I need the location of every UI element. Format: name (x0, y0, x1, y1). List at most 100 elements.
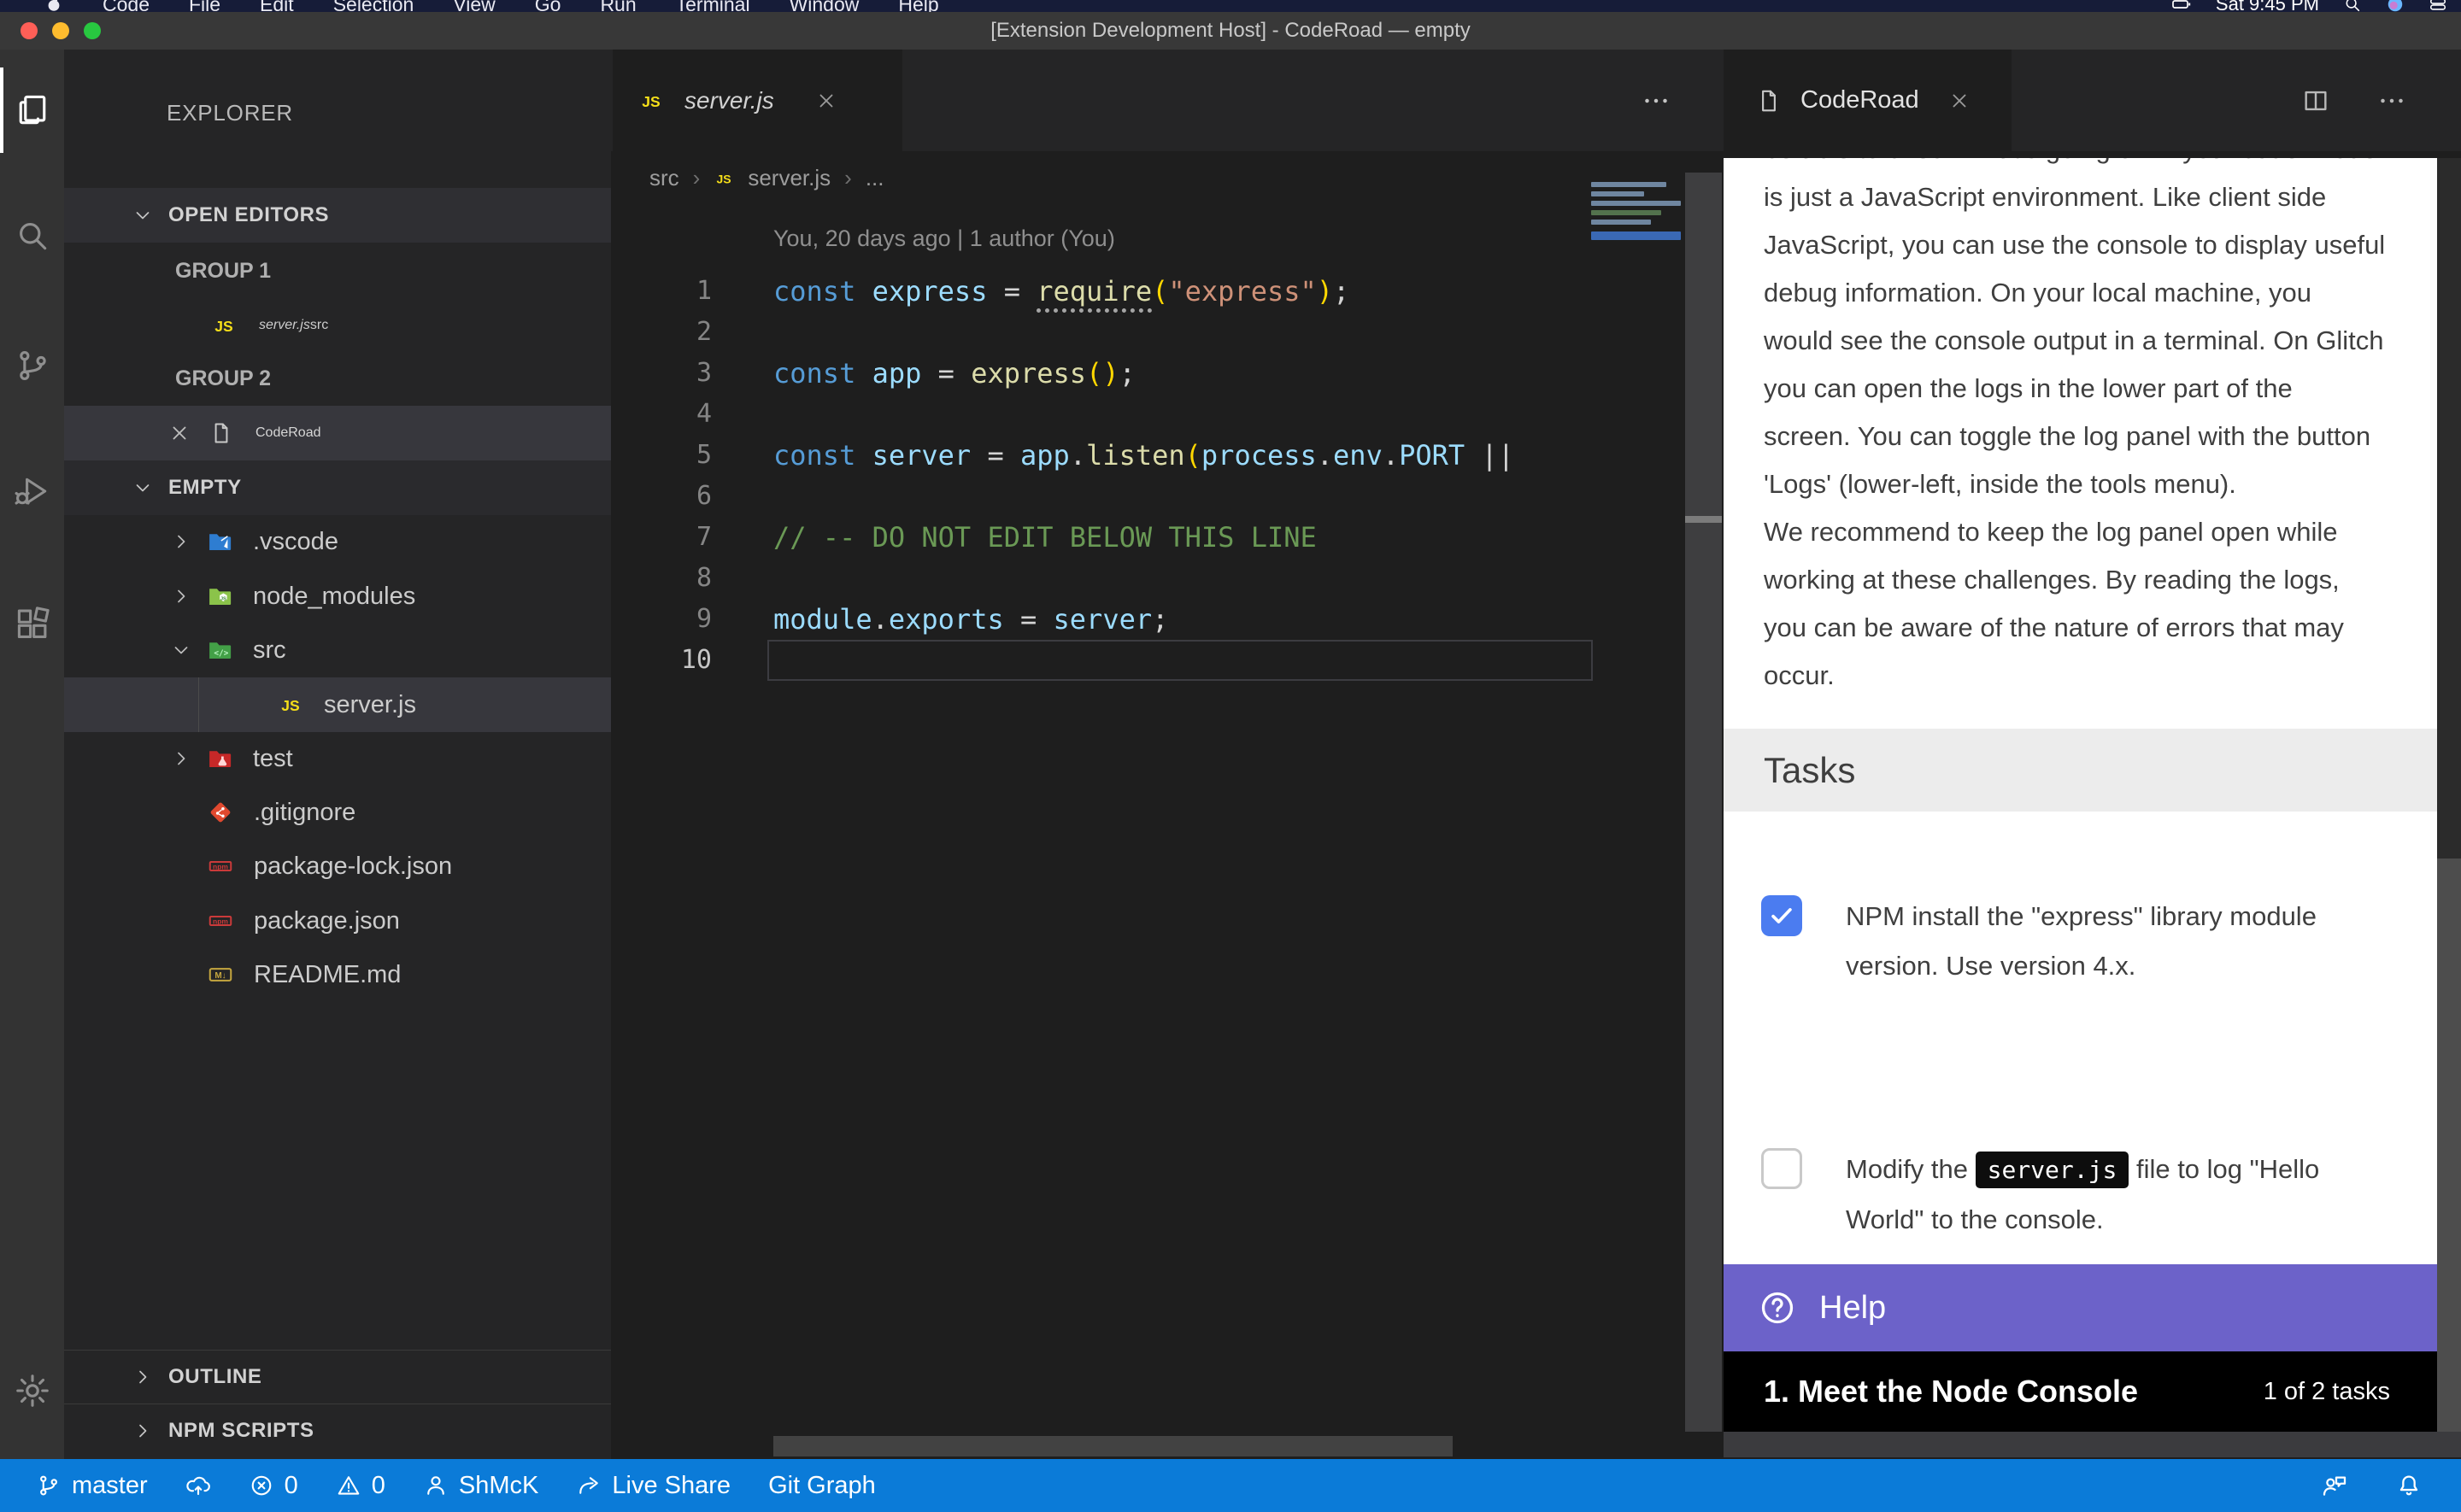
menu-item-selection[interactable]: Selection (333, 0, 414, 12)
menu-item-window[interactable]: Window (790, 0, 860, 12)
help-button[interactable]: Help (1724, 1264, 2437, 1351)
open-editor-item-coderoad[interactable]: CodeRoad (64, 406, 611, 460)
tree-item-test[interactable]: test (64, 731, 611, 786)
activity-bar-item-search[interactable] (0, 193, 64, 278)
macos-menu-bar: Code File Edit Selection View Go Run Terminal Wi… (0, 0, 2461, 12)
activity-bar-item-run-debug[interactable] (0, 448, 64, 534)
chevron-right-icon (171, 748, 191, 769)
more-actions-icon[interactable] (1641, 85, 1671, 116)
status-item-feedback[interactable] (2321, 1472, 2348, 1499)
section-header-outline[interactable]: OUTLINE (64, 1350, 611, 1404)
status-item-shmck[interactable]: ShMcK (423, 1472, 538, 1500)
sidebar-title: EXPLORER (167, 99, 293, 126)
activity-bar-item-extensions[interactable] (0, 582, 64, 667)
more-actions-icon[interactable] (2376, 85, 2407, 116)
open-editors-header-label: OPEN EDITORS (168, 203, 329, 227)
status-item-sync-icon[interactable] (185, 1473, 211, 1498)
tab-serverjs[interactable]: JSserver.js (613, 50, 902, 151)
activity-bar-item-source-control[interactable] (0, 323, 64, 408)
editor-group[interactable]: JSserver.js src›JSserver.js›... You, 20 … (611, 50, 1724, 1459)
svg-text:npm: npm (213, 863, 228, 871)
tree-item-vscode[interactable]: .vscode (64, 514, 611, 569)
menu-item-help[interactable]: Help (898, 0, 938, 12)
title-bar[interactable]: [Extension Development Host] - CodeRoad … (0, 12, 2461, 50)
menu-item-go[interactable]: Go (535, 0, 561, 12)
tree-item-packagejson[interactable]: npmpackage.json (64, 894, 611, 948)
error-icon (249, 1473, 274, 1498)
line-number: 2 (611, 312, 712, 353)
open-editor-label: server.js (259, 318, 310, 333)
tab-coderoad[interactable]: CodeRoad (1724, 50, 2012, 151)
menu-item-file[interactable]: File (189, 0, 220, 12)
tree-indent-guide (198, 677, 199, 732)
menu-item-view[interactable]: View (453, 0, 495, 12)
menu-item-run[interactable]: Run (600, 0, 636, 12)
tree-item-READMEmd[interactable]: M↓README.md (64, 947, 611, 1002)
task-label: Modify the server.js file to log "HelloW… (1846, 1145, 2410, 1245)
activity-bar-item-files[interactable] (0, 67, 64, 153)
section-header-open-editors[interactable]: OPEN EDITORS (64, 188, 611, 243)
webview-scrollbar-thumb[interactable] (2437, 859, 2461, 1432)
section-header-npm-scripts[interactable]: NPM SCRIPTS (64, 1404, 611, 1457)
close-editor-icon[interactable] (168, 422, 191, 444)
open-editors-group-label[interactable]: GROUP 2 (64, 352, 611, 406)
status-item-git-graph[interactable]: Git Graph (768, 1472, 876, 1500)
panel-tab-bar: CodeRoad (1724, 50, 2461, 151)
open-editor-detail: src (310, 318, 328, 333)
tab-label: CodeRoad (1800, 86, 1919, 114)
code-text: const server = app.listen(process.env.PO… (773, 435, 1514, 476)
code-line-3: 3const app = express(); (611, 353, 1688, 394)
status-item-bell[interactable] (2395, 1472, 2423, 1499)
tree-item-serverjs[interactable]: JSserver.js (64, 677, 611, 732)
tree-item-nodemodules[interactable]: JSnode_modules (64, 569, 611, 624)
tree-item-gitignore[interactable]: .gitignore (64, 785, 611, 840)
editor-vertical-scrollbar[interactable] (1685, 173, 1722, 1432)
task-checkbox[interactable] (1761, 895, 1802, 936)
task-checkbox[interactable] (1761, 1148, 1802, 1189)
code-text: // -- DO NOT EDIT BELOW THIS LINE (773, 517, 1317, 558)
sync-icon (185, 1473, 211, 1498)
tree-item-packagelockjson[interactable]: npmpackage-lock.json (64, 839, 611, 894)
minimap-current-line (1591, 231, 1681, 240)
apple-icon (44, 0, 63, 12)
group-label: GROUP 1 (175, 259, 271, 284)
webview-scrollbar-track[interactable] (2437, 158, 2461, 859)
close-tab-icon[interactable] (1948, 90, 1971, 112)
tree-item-label: package.json (254, 907, 400, 935)
tasks-section-header: Tasks (1724, 729, 2437, 812)
editor-horizontal-scrollbar[interactable] (773, 1436, 1453, 1456)
split-editor-icon[interactable] (2301, 86, 2330, 115)
code-line-7: 7// -- DO NOT EDIT BELOW THIS LINE (611, 517, 1688, 558)
status-item-master[interactable]: master (36, 1472, 148, 1500)
minimap[interactable] (1591, 182, 1688, 250)
code-line-2: 2 (611, 312, 1688, 353)
chevron-right-icon (171, 586, 191, 607)
activity-bar-item-settings[interactable] (0, 1348, 64, 1433)
tree-item-src[interactable]: </>src (64, 623, 611, 677)
current-line-highlight (767, 640, 1593, 681)
section-header-empty[interactable]: EMPTY (64, 460, 611, 515)
status-item-live-share[interactable]: Live Share (576, 1472, 731, 1500)
open-editors-group-label[interactable]: GROUP 1 (64, 244, 611, 298)
breadcrumb[interactable]: src›JSserver.js›... (649, 151, 884, 205)
menu-clock[interactable]: Sat 9:45 PM (2216, 0, 2319, 12)
battery-icon (2171, 0, 2192, 12)
status-item-0[interactable]: 0 (336, 1472, 385, 1500)
file-icon (209, 421, 233, 445)
breadcrumb-item[interactable]: ... (866, 165, 884, 191)
line-number: 8 (611, 558, 712, 599)
close-tab-icon[interactable] (815, 90, 837, 112)
breadcrumb-item[interactable]: src (649, 165, 679, 191)
tasks-header-label: Tasks (1764, 750, 1855, 791)
menu-item-code[interactable]: Code (103, 0, 150, 12)
open-editor-item-serverjs[interactable]: JSserver.jssrc (64, 298, 611, 352)
menu-item-edit[interactable]: Edit (260, 0, 294, 12)
status-bar: master 0 0 ShMcK Live Share Git Graph (0, 1459, 2461, 1512)
chevron-down-icon (132, 205, 153, 226)
line-number: 5 (611, 435, 712, 476)
menu-item-terminal[interactable]: Terminal (676, 0, 750, 12)
status-item-0[interactable]: 0 (249, 1472, 298, 1500)
question-circle-icon (1758, 1288, 1797, 1327)
challenge-progress-badge: 1 of 2 tasks (2264, 1378, 2390, 1406)
breadcrumb-item[interactable]: server.js (748, 165, 831, 191)
